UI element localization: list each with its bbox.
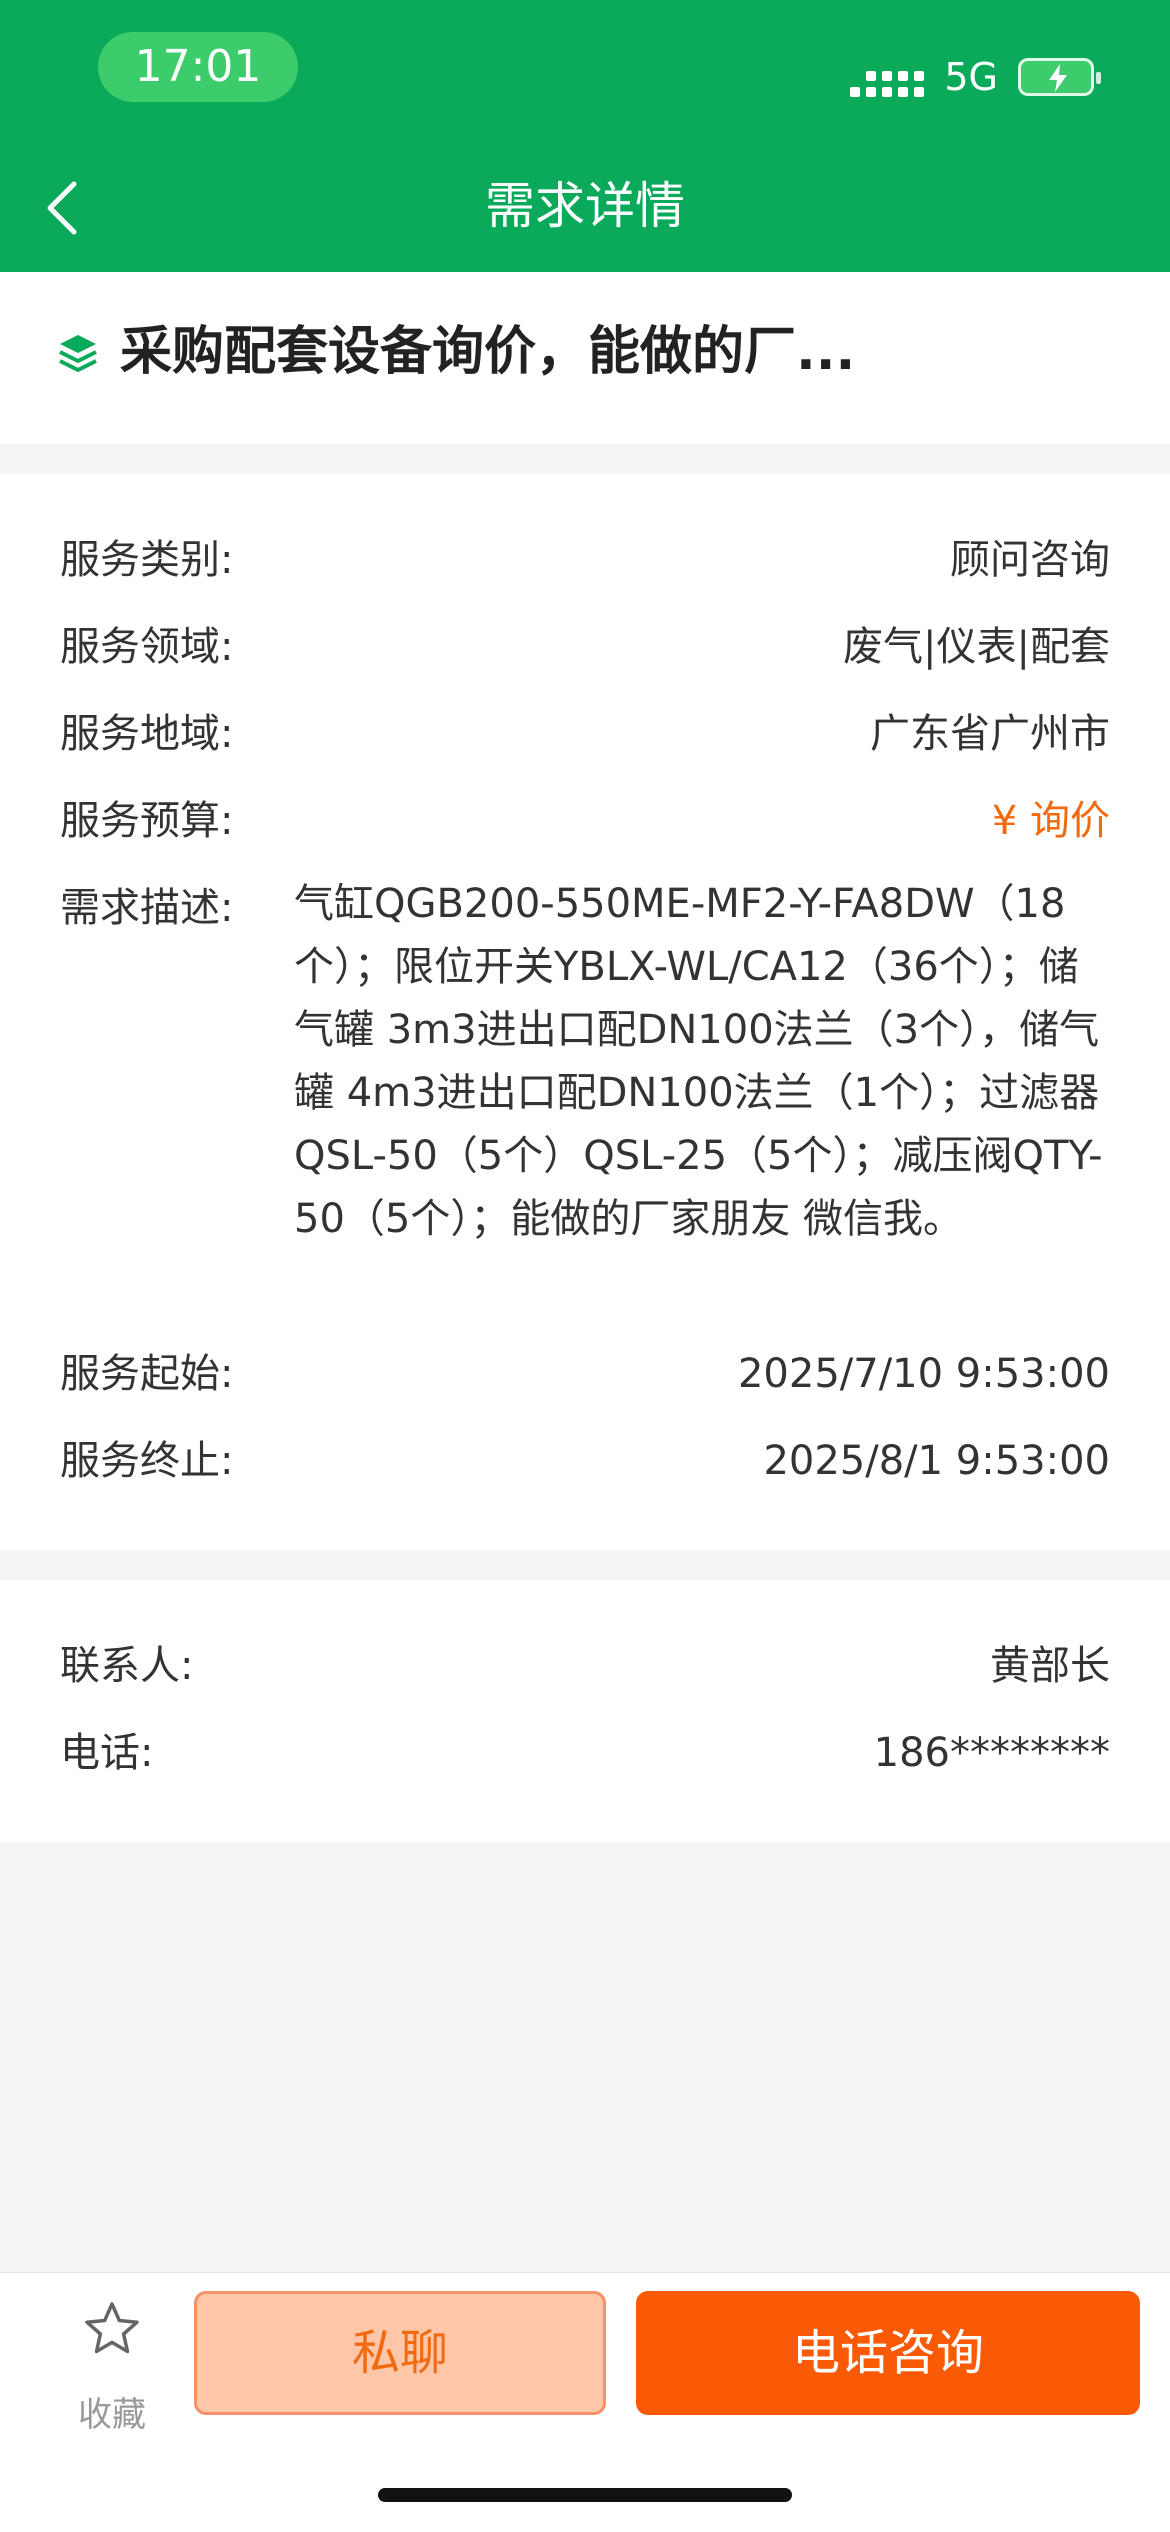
field-label: 服务起始: bbox=[60, 1351, 234, 1397]
contact-phone-row: 电话: 186******** bbox=[60, 1723, 1110, 1783]
field-service-start: 服务起始: 2025/7/10 9:53:00 bbox=[60, 1344, 1110, 1404]
description-text: 气缸QGB200-550ME-MF2-Y-FA8DW（18个）；限位开关YBLX… bbox=[294, 881, 1103, 1242]
field-value: 广东省广州市 bbox=[870, 711, 1110, 757]
field-service-domain: 服务领域: 废气|仪表|配套 bbox=[60, 617, 1110, 677]
contact-phone: 186******** bbox=[873, 1730, 1110, 1776]
field-label: 服务地域: bbox=[60, 711, 234, 757]
field-label: 服务领域: bbox=[60, 624, 234, 670]
layers-icon bbox=[59, 335, 97, 372]
field-label: 需求描述: bbox=[60, 885, 234, 931]
field-service-budget: 服务预算: ¥ 询价 bbox=[60, 791, 1110, 851]
field-label: 服务终止: bbox=[60, 1438, 234, 1484]
field-service-end: 服务终止: 2025/8/1 9:53:00 bbox=[60, 1431, 1110, 1491]
signal-icon bbox=[850, 57, 925, 97]
demand-title-card: 采购配套设备询价，能做的厂... bbox=[0, 272, 1170, 444]
home-indicator[interactable] bbox=[378, 2488, 792, 2502]
budget-value: ¥ 询价 bbox=[991, 798, 1110, 844]
phone-consult-button[interactable]: 电话咨询 bbox=[636, 2291, 1140, 2415]
private-chat-button[interactable]: 私聊 bbox=[194, 2291, 606, 2415]
field-service-region: 服务地域: 广东省广州市 bbox=[60, 704, 1110, 764]
favorite-label: 收藏 bbox=[78, 2395, 146, 2435]
field-value: 废气|仪表|配套 bbox=[843, 624, 1110, 670]
status-indicators: 5G bbox=[850, 52, 1101, 102]
contact-person-row: 联系人: 黄部长 bbox=[60, 1636, 1110, 1696]
star-outline-icon bbox=[85, 2302, 139, 2354]
field-service-category: 服务类别: 顾问咨询 bbox=[60, 530, 1110, 590]
app-header: 17:01 5G 需求详情 bbox=[0, 0, 1170, 272]
field-label: 电话: bbox=[60, 1730, 154, 1776]
status-time: 17:01 bbox=[98, 32, 298, 102]
contact-person: 黄部长 bbox=[990, 1643, 1110, 1689]
network-type: 5G bbox=[944, 55, 998, 99]
field-value: 2025/8/1 9:53:00 bbox=[763, 1438, 1110, 1484]
favorite-button[interactable]: 收藏 bbox=[52, 2291, 172, 2435]
field-label: 联系人: bbox=[60, 1643, 194, 1689]
battery-charging-icon bbox=[1018, 58, 1101, 96]
contact-card: 联系人: 黄部长 电话: 186******** bbox=[0, 1580, 1170, 1842]
demand-title: 采购配套设备询价，能做的厂... bbox=[120, 322, 856, 382]
field-label: 服务类别: bbox=[60, 537, 234, 583]
field-value: 顾问咨询 bbox=[950, 537, 1110, 583]
field-label: 服务预算: bbox=[60, 798, 234, 844]
page-title: 需求详情 bbox=[485, 177, 685, 235]
field-value: 2025/7/10 9:53:00 bbox=[737, 1351, 1110, 1397]
demand-info-card: 服务类别: 顾问咨询 服务领域: 废气|仪表|配套 服务地域: 广东省广州市 服… bbox=[0, 474, 1170, 1550]
